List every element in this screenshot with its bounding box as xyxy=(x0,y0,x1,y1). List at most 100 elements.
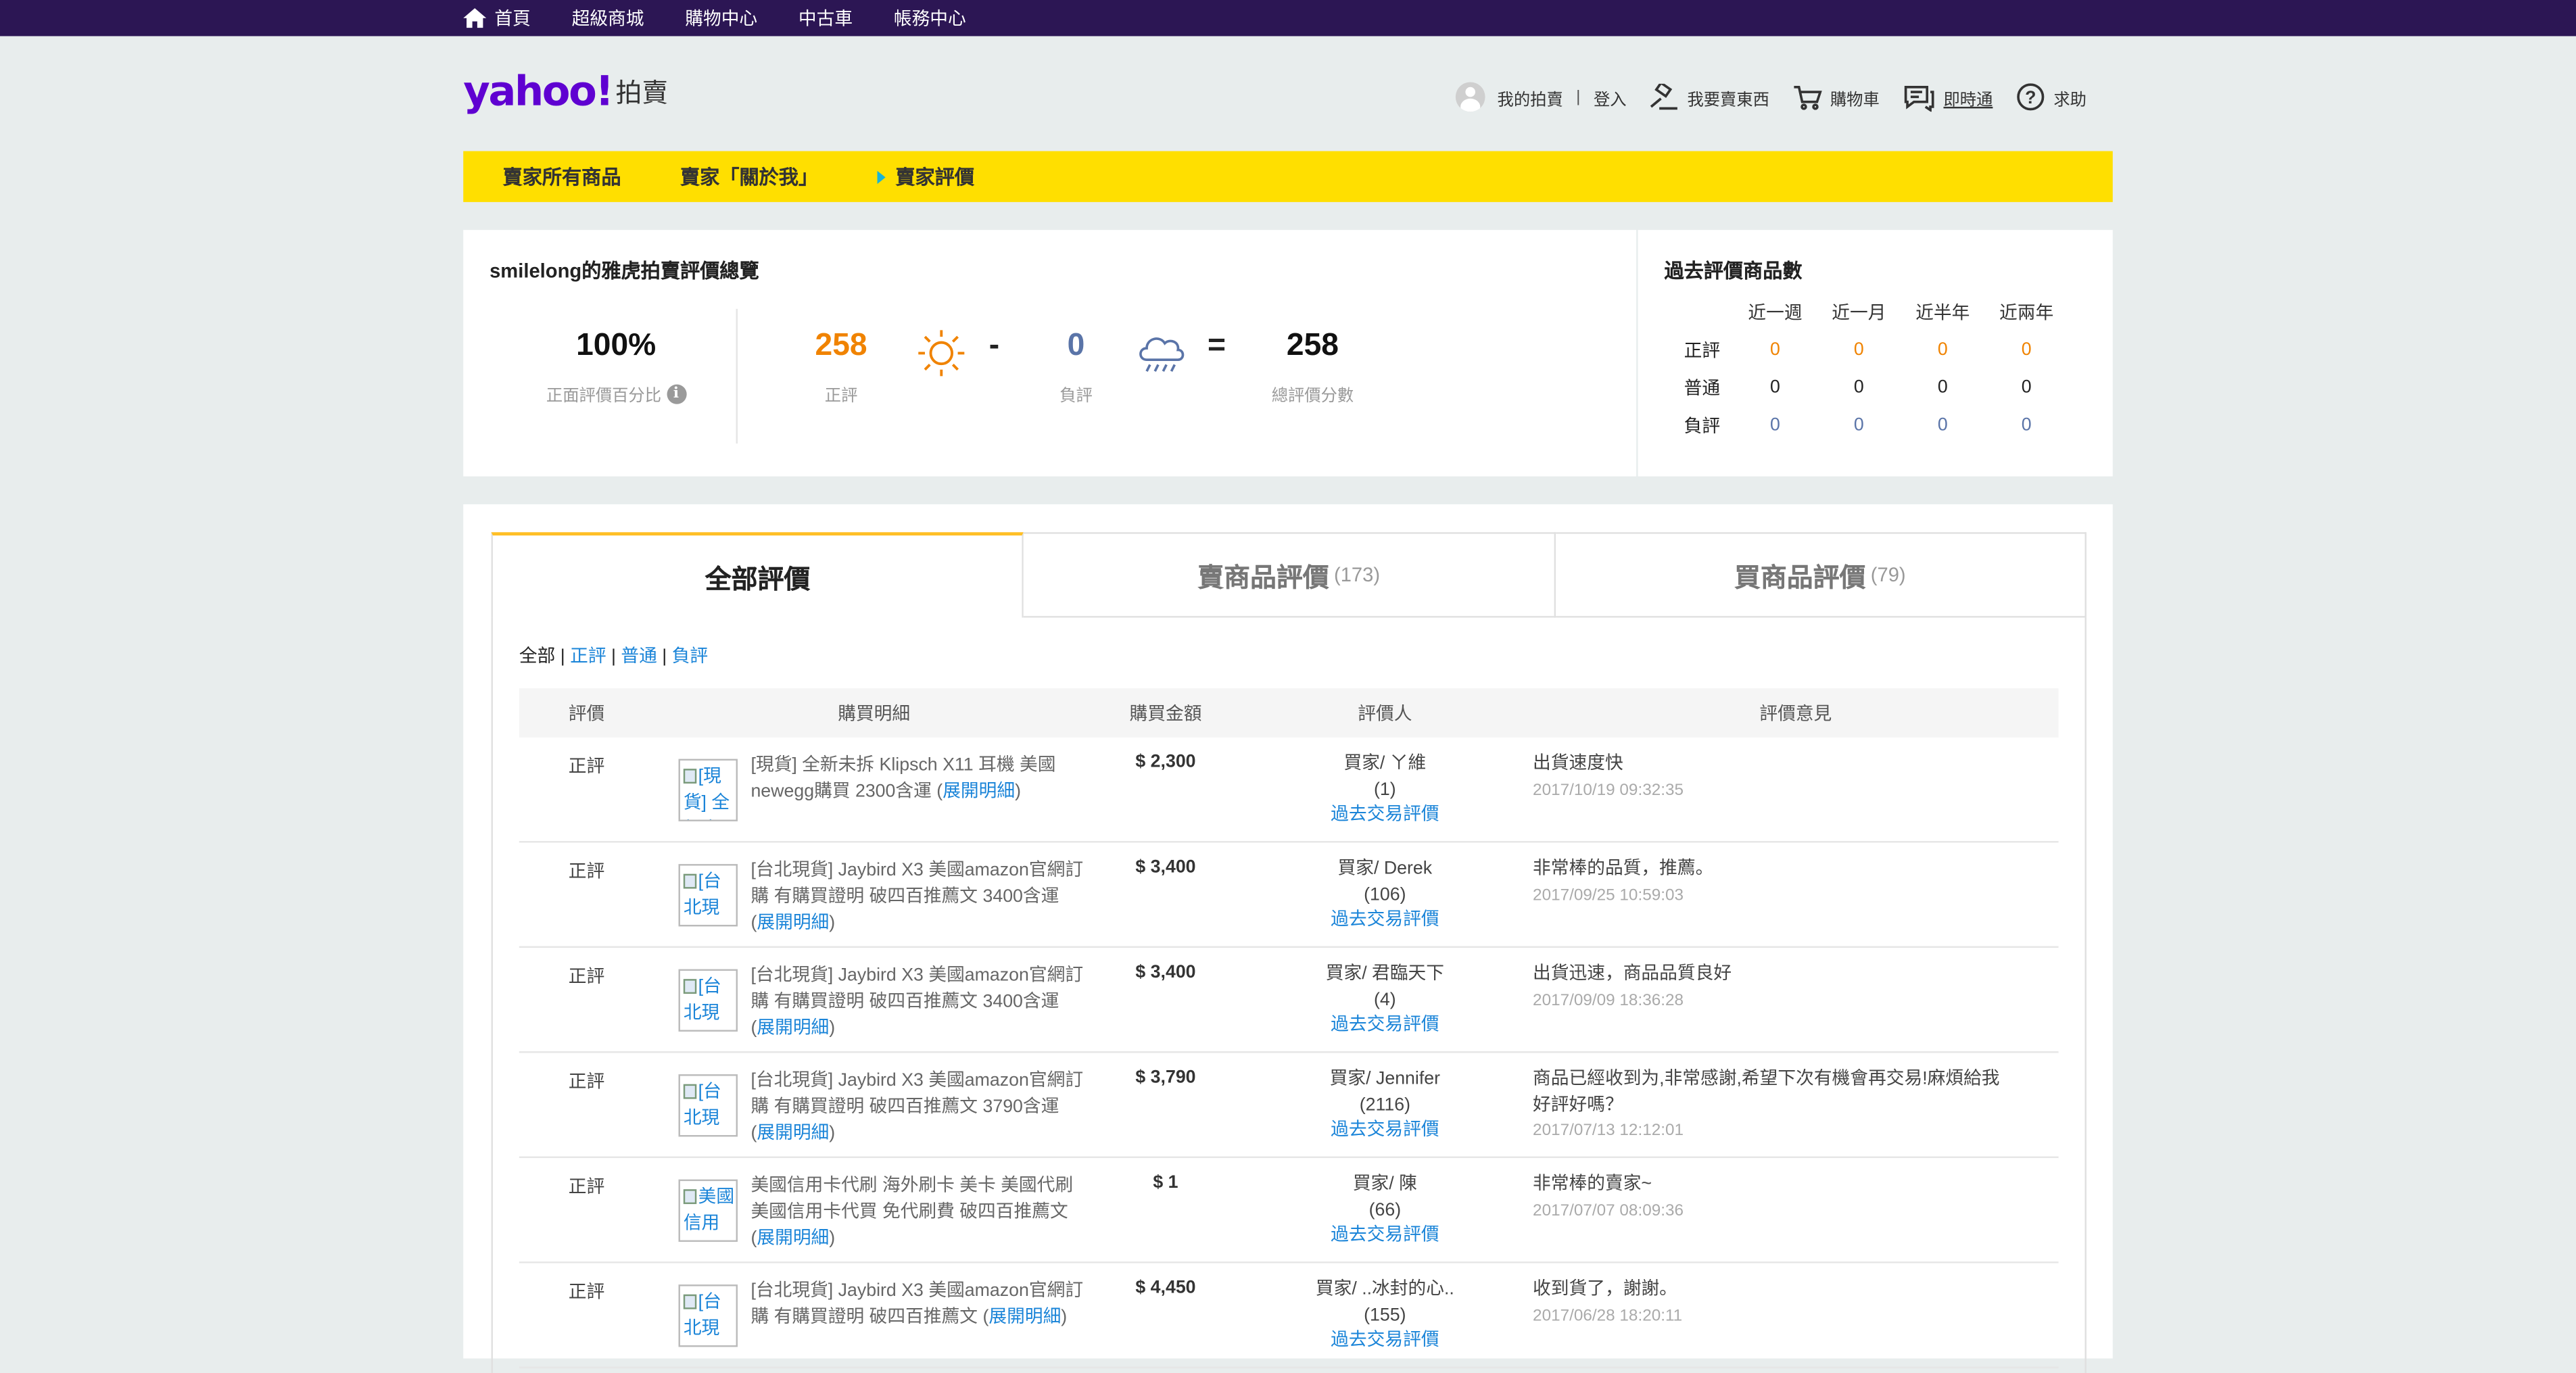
expand-details-link[interactable]: 展開明細 xyxy=(943,782,1015,802)
ratings-table: 評價 購買明細 購買金額 評價人 評價意見 正評 [現貨] 全新未拆 [現貨] … xyxy=(519,688,2059,1369)
rater-count: (4) xyxy=(1374,989,1396,1010)
filter-negative[interactable]: 負評 xyxy=(672,647,708,667)
sun-icon xyxy=(918,330,965,377)
topnav-billing[interactable]: 帳務中心 xyxy=(894,5,966,31)
minus-sign: - xyxy=(988,328,1000,363)
tab-count: (173) xyxy=(1334,563,1381,587)
item-thumbnail[interactable]: [台北現 xyxy=(678,969,738,1032)
tab-buy-ratings[interactable]: 買商品評價 (79) xyxy=(1555,532,2086,618)
item-thumbnail[interactable]: [台北現 xyxy=(678,1074,738,1137)
past-cell: 0 xyxy=(1770,414,1780,435)
row-details: [台北現 [台北現貨] Jaybird X3 美國amazon官網訂購 有購買證… xyxy=(654,963,1094,1042)
info-icon[interactable]: i xyxy=(666,383,686,404)
item-thumbnail[interactable]: [台北現 xyxy=(678,1284,738,1347)
chat-icon xyxy=(1904,85,1934,112)
rater-name[interactable]: 買家/ ..冰封的心.. xyxy=(1237,1278,1533,1303)
topnav-mall[interactable]: 超級商城 xyxy=(572,5,644,31)
row-details: [現貨] 全新未拆 [現貨] 全新未拆 Klipsch X11 耳機 美國new… xyxy=(654,752,1094,821)
table-row: 正評 [台北現 [台北現貨] Jaybird X3 美國amazon官網訂購 有… xyxy=(519,948,2059,1053)
rain-cloud-icon xyxy=(1139,337,1185,372)
sell-link[interactable]: 我要賣東西 xyxy=(1650,83,1769,110)
close-paren: ) xyxy=(829,1228,836,1249)
rater-name[interactable]: 買家/ 君臨天下 xyxy=(1237,963,1533,988)
row-rater: 買家/ Jennifer (2116) 過去交易評價 xyxy=(1237,1067,1533,1144)
past-col-two-years: 近兩年 xyxy=(1999,303,2054,323)
filter-all[interactable]: 全部 xyxy=(519,647,555,667)
seller-all-items-link[interactable]: 賣家所有商品 xyxy=(503,163,621,191)
item-thumbnail[interactable]: 美國信用 xyxy=(678,1179,738,1242)
table-row: 正評 美國信用 美國信用卡代刷 海外刷卡 美卡 美國代刷 美國信用卡代買 免代刷… xyxy=(519,1158,2059,1263)
past-transactions-link[interactable]: 過去交易評價 xyxy=(1331,1120,1439,1140)
seller-ratings-label: 賣家評價 xyxy=(895,166,975,189)
row-comment: 出貨迅速，商品品質良好 2017/09/09 18:36:28 xyxy=(1533,963,2059,1013)
cart-link[interactable]: 購物車 xyxy=(1792,84,1880,110)
logo-subtitle: 拍賣 xyxy=(615,80,669,109)
expand-details-link[interactable]: 展開明細 xyxy=(757,1229,829,1249)
svg-text:?: ? xyxy=(2025,87,2036,107)
yahoo-auction-logo[interactable]: yahoo! 拍賣 xyxy=(463,70,668,113)
item-thumbnail[interactable]: [現貨] 全新未拆 xyxy=(678,758,738,821)
my-auction-label: 我的拍賣 xyxy=(1497,91,1563,110)
past-transactions-link[interactable]: 過去交易評價 xyxy=(1331,1015,1439,1035)
rater-name[interactable]: 買家/ Jennifer xyxy=(1237,1067,1533,1093)
item-thumbnail[interactable]: [台北現 xyxy=(678,864,738,927)
topnav-used-cars[interactable]: 中古車 xyxy=(798,5,853,31)
comment-text: 非常棒的賣家~ xyxy=(1533,1174,1652,1195)
item-description: [現貨] 全新未拆 Klipsch X11 耳機 美國newegg購買 2300… xyxy=(750,752,1087,821)
filter-positive[interactable]: 正評 xyxy=(570,647,606,667)
filter-neutral[interactable]: 普通 xyxy=(621,647,657,667)
rater-count: (1) xyxy=(1374,779,1396,800)
row-comment: 出貨速度快 2017/10/19 09:32:35 xyxy=(1533,752,2059,803)
row-amount: $ 2,300 xyxy=(1135,752,1196,773)
past-row-label: 正評 xyxy=(1684,341,1721,361)
total-score-block: 258 總評價分數 xyxy=(1255,329,1370,406)
past-cell: 0 xyxy=(1937,377,1948,397)
ratings-table-body: 正評 [現貨] 全新未拆 [現貨] 全新未拆 Klipsch X11 耳機 美國… xyxy=(519,738,2059,1369)
tab-label: 賣商品評價 xyxy=(1197,564,1329,594)
row-rating: 正評 xyxy=(568,757,605,777)
topnav-home[interactable]: 首頁 xyxy=(463,5,531,31)
filter-separator: | xyxy=(611,647,616,667)
past-transactions-link[interactable]: 過去交易評價 xyxy=(1331,805,1439,825)
comment-text: 非常棒的品質，推薦。 xyxy=(1533,859,1714,879)
expand-details-link[interactable]: 展開明細 xyxy=(988,1307,1061,1327)
row-rating: 正評 xyxy=(568,1282,605,1303)
rater-name[interactable]: 買家/ Derek xyxy=(1237,857,1533,883)
past-ratings-header: 近一週 近一月 近半年 近兩年 xyxy=(1684,293,2069,331)
positive-score-label: 正評 xyxy=(824,387,858,406)
past-transactions-link[interactable]: 過去交易評價 xyxy=(1331,910,1439,930)
broken-image-icon xyxy=(683,1189,697,1205)
close-paren: ) xyxy=(829,913,836,934)
row-comment: 收到貨了，謝謝。 2017/06/28 18:20:11 xyxy=(1533,1278,2059,1328)
topnav-shopping-center[interactable]: 購物中心 xyxy=(685,5,757,31)
past-col-month: 近一月 xyxy=(1832,303,1886,323)
login-link[interactable]: 登入 xyxy=(1594,85,1627,110)
rater-name[interactable]: 買家/ 陳 xyxy=(1237,1173,1533,1199)
cart-icon xyxy=(1794,85,1822,110)
item-description: [台北現貨] Jaybird X3 美國amazon官網訂購 有購買證明 破四百… xyxy=(750,1067,1087,1147)
past-transactions-link[interactable]: 過去交易評價 xyxy=(1331,1226,1439,1245)
help-label: 求助 xyxy=(2053,91,2086,110)
messenger-link[interactable]: 即時通 xyxy=(1903,83,1993,112)
past-transactions-link[interactable]: 過去交易評價 xyxy=(1331,1330,1439,1350)
seller-ratings-link[interactable]: 賣家評價 xyxy=(877,163,975,191)
tab-sell-ratings[interactable]: 賣商品評價 (173) xyxy=(1024,532,1556,618)
filter-separator: | xyxy=(560,647,565,667)
past-cell: 0 xyxy=(1770,377,1780,397)
row-comment: 非常棒的品質，推薦。 2017/09/25 10:59:03 xyxy=(1533,857,2059,908)
help-link[interactable]: ? 求助 xyxy=(2016,82,2086,112)
rating-filter: 全部 | 正評 | 普通 | 負評 xyxy=(519,642,708,669)
past-ratings-title: 過去評價商品數 xyxy=(1664,259,1803,283)
expand-details-link[interactable]: 展開明細 xyxy=(757,913,829,933)
expand-details-link[interactable]: 展開明細 xyxy=(757,1124,829,1143)
tab-panel: 全部 | 正評 | 普通 | 負評 評價 購買明細 購買金額 評價人 評價意見 … xyxy=(491,617,2086,1373)
my-auction-link[interactable]: 我的拍賣 | 登入 xyxy=(1456,82,1627,112)
row-details: [台北現 [台北現貨] Jaybird X3 美國amazon官網訂購 有購買證… xyxy=(654,1278,1094,1347)
expand-details-link[interactable]: 展開明細 xyxy=(757,1019,829,1038)
seller-about-link[interactable]: 賣家「關於我」 xyxy=(680,163,818,191)
comment-text: 出貨速度快 xyxy=(1533,754,1623,774)
tab-all-ratings[interactable]: 全部評價 xyxy=(491,532,1024,618)
rater-count: (2116) xyxy=(1359,1094,1410,1115)
broken-image-icon xyxy=(683,1294,697,1309)
rater-name[interactable]: 買家/ ㄚ維 xyxy=(1237,752,1533,778)
